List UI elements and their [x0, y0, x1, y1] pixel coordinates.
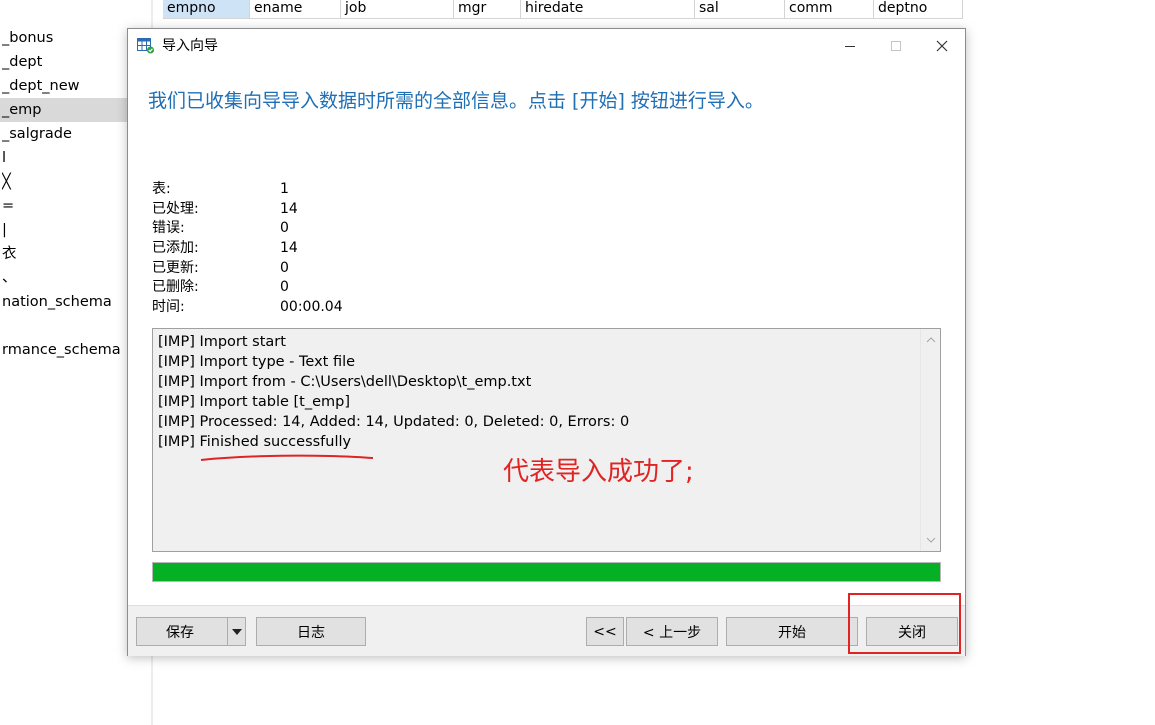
- column-job[interactable]: job: [341, 0, 454, 18]
- stat-value: 0: [280, 279, 289, 296]
- stat-row: 错误: 0: [152, 219, 452, 239]
- log-button[interactable]: 日志: [256, 617, 366, 646]
- scroll-down-icon[interactable]: [921, 531, 941, 549]
- column-mgr[interactable]: mgr: [454, 0, 521, 18]
- annotation-highlight-box: [848, 593, 961, 654]
- log-line: [IMP] Import table [t_emp]: [158, 394, 351, 410]
- save-button[interactable]: 保存: [136, 617, 228, 646]
- import-progress-bar: [152, 562, 941, 582]
- stat-label: 已处理:: [152, 200, 199, 217]
- stat-label: 已更新:: [152, 259, 199, 276]
- title-bar[interactable]: 导入向导: [128, 29, 965, 63]
- stat-row: 已更新: 0: [152, 259, 452, 279]
- annotation-text: 代表导入成功了;: [503, 457, 694, 487]
- stat-value: 0: [280, 259, 289, 276]
- annotation-underline: [200, 454, 374, 461]
- table-import-icon: [137, 38, 155, 54]
- stat-row: 已添加: 14: [152, 239, 452, 259]
- stat-row: 已处理: 14: [152, 200, 452, 220]
- stat-label: 错误:: [152, 220, 185, 237]
- caret-down-icon: [231, 628, 242, 635]
- first-step-button[interactable]: <<: [586, 617, 624, 646]
- log-line: [IMP] Import from - C:\Users\dell\Deskto…: [158, 374, 532, 390]
- log-line: [IMP] Import start: [158, 334, 286, 350]
- column-comm[interactable]: comm: [785, 0, 874, 18]
- log-line: [IMP] Processed: 14, Added: 14, Updated:…: [158, 414, 630, 430]
- dialog-title: 导入向导: [162, 38, 218, 54]
- stat-label: 已删除:: [152, 279, 199, 296]
- import-wizard-dialog: 导入向导 我们已收集向导导入数据时所需的全部信息。点击 [开始] 按钮进行导入。…: [127, 28, 966, 656]
- stat-value: 14: [280, 200, 298, 217]
- stat-label: 已添加:: [152, 240, 199, 257]
- stat-label: 时间:: [152, 299, 185, 316]
- log-lines: [IMP] Import start [IMP] Import type - T…: [158, 332, 629, 452]
- dialog-footer: 保存 日志 << < 上一步 开始 关闭: [128, 605, 965, 656]
- column-empno[interactable]: empno: [163, 0, 250, 18]
- import-log[interactable]: [IMP] Import start [IMP] Import type - T…: [152, 328, 941, 552]
- minimize-icon: [845, 46, 855, 47]
- column-deptno[interactable]: deptno: [874, 0, 963, 18]
- sidebar-item-emp[interactable]: _emp: [0, 98, 128, 122]
- stat-value: 14: [280, 240, 298, 257]
- previous-step-button[interactable]: < 上一步: [626, 617, 718, 646]
- log-scrollbar[interactable]: [920, 329, 940, 551]
- close-icon: [936, 40, 948, 52]
- close-window-button[interactable]: [919, 29, 965, 63]
- stat-value: 0: [280, 220, 289, 237]
- stat-row: 时间: 00:00.04: [152, 298, 452, 318]
- column-sal[interactable]: sal: [695, 0, 785, 18]
- save-dropdown-button[interactable]: [227, 617, 246, 646]
- start-button[interactable]: 开始: [726, 617, 858, 646]
- scroll-up-icon[interactable]: [921, 331, 941, 349]
- stat-row: 已删除: 0: [152, 278, 452, 298]
- minimize-button[interactable]: [827, 29, 873, 63]
- stat-value: 00:00.04: [280, 299, 343, 316]
- maximize-button: [873, 29, 919, 63]
- grid-header: empno ename job mgr hiredate sal comm de…: [163, 0, 963, 19]
- import-stats: 表: 1 已处理: 14 错误: 0 已添加: 14 已更新: 0 已删除: 0 时间: 00…: [152, 180, 452, 318]
- stat-value: 1: [280, 181, 289, 197]
- log-line: [IMP] Import type - Text file: [158, 354, 356, 370]
- wizard-headline: 我们已收集向导导入数据时所需的全部信息。点击 [开始] 按钮进行导入。: [148, 90, 764, 112]
- stat-row: 表: 1: [152, 180, 452, 200]
- log-line: [IMP] Finished successfully: [158, 434, 352, 450]
- progress-fill: [153, 563, 940, 581]
- stat-label: 表:: [152, 181, 171, 197]
- column-hiredate[interactable]: hiredate: [521, 0, 695, 18]
- column-ename[interactable]: ename: [250, 0, 341, 18]
- maximize-icon: [891, 41, 901, 51]
